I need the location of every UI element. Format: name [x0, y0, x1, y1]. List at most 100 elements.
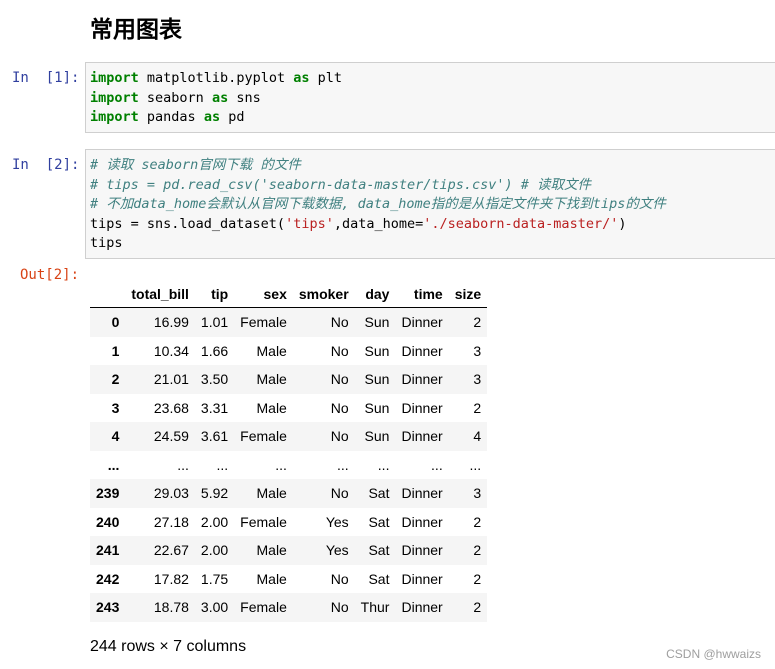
table-cell: Female	[240, 599, 287, 616]
code-string: 'tips'	[285, 215, 334, 232]
code-keyword: as	[211, 89, 229, 106]
code-keyword: as	[203, 109, 221, 125]
cell-1-prompt: In [1]:	[12, 70, 80, 86]
table-cell: 1.66	[200, 342, 229, 359]
table-header-row: total_bill tip sex smoker day time size	[90, 280, 488, 308]
code-line: # tips = pd.read_csv('seaborn-data-maste…	[90, 176, 771, 196]
table-cell: 1.01	[200, 314, 229, 331]
table-cell: ...	[275, 456, 287, 473]
code-cell-1[interactable]: import matplotlib.pyplot as plt import se…	[85, 62, 775, 133]
table-row: 3 23.68 3.31 Male No Sun Dinner 2	[90, 393, 488, 422]
table-cell: No	[330, 314, 349, 331]
row-index: 241	[96, 542, 120, 559]
table-cell: 2	[473, 599, 482, 616]
table-cell: ...	[431, 456, 443, 473]
table-cell: Male	[256, 570, 287, 587]
code-text: ,data_home=	[333, 215, 424, 232]
dataframe-summary: 244 rows × 7 columns	[90, 638, 247, 655]
table-cell: 3.50	[200, 371, 229, 388]
table-cell: Male	[256, 399, 287, 416]
row-index: 242	[96, 570, 120, 587]
table-cell: 10.34	[153, 342, 189, 359]
table-cell: Dinner	[401, 485, 443, 502]
table-cell: Sun	[364, 314, 390, 331]
table-cell: 2	[473, 399, 482, 416]
table-cell: ...	[377, 456, 390, 473]
code-text: )	[618, 215, 627, 232]
table-cell: Sun	[364, 399, 390, 416]
code-line: import matplotlib.pyplot as plt	[90, 69, 771, 89]
code-keyword: as	[293, 70, 310, 86]
row-index: 4	[111, 428, 120, 445]
table-row: ........................	[90, 450, 488, 479]
table-cell: 4	[473, 428, 482, 445]
table-cell: 16.99	[153, 314, 189, 331]
row-index: 2	[111, 371, 120, 388]
table-cell: 21.01	[153, 371, 189, 388]
code-keyword: import	[90, 70, 139, 86]
table-cell: ...	[216, 456, 229, 473]
table-cell: Sat	[368, 513, 390, 530]
table-cell: Sun	[364, 371, 390, 388]
table-cell: 1.75	[200, 570, 229, 587]
table-row: 0 16.99 1.01 Female No Sun Dinner 2	[90, 307, 488, 337]
table-cell: Yes	[325, 513, 349, 530]
table-cell: 3	[473, 371, 482, 388]
table-cell: 3	[473, 485, 482, 502]
code-line: # 读取 seaborn官网下载 的文件	[90, 156, 771, 176]
row-index: 1	[111, 342, 120, 359]
table-row: 1 10.34 1.66 Male No Sun Dinner 3	[90, 336, 488, 365]
table-cell: 23.68	[153, 399, 189, 416]
code-line: import pandas as pd	[90, 108, 771, 128]
table-cell: 2	[473, 513, 482, 530]
code-keyword: import	[90, 89, 139, 106]
table-cell: No	[330, 342, 349, 359]
dataframe-table: total_bill tip sex smoker day time size 0 16.99…	[90, 280, 488, 622]
code-text: plt	[309, 70, 342, 86]
table-cell: Male	[256, 371, 287, 388]
table-cell: Female	[240, 428, 287, 445]
code-cell-2[interactable]: # 读取 seaborn官网下载 的文件 # tips = pd.read_csv…	[85, 149, 775, 259]
output-prompt: Out[2]:	[20, 267, 80, 283]
table-cell: 18.78	[153, 599, 189, 616]
table-cell: Female	[240, 513, 287, 530]
table-cell: Male	[256, 542, 287, 559]
table-cell: Thur	[360, 599, 390, 616]
table-cell: Dinner	[401, 599, 443, 616]
code-line: tips = sns.load_dataset('tips',data_home…	[90, 215, 771, 235]
table-cell: 2	[473, 542, 482, 559]
table-row: 2 21.01 3.50 Male No Sun Dinner 3	[90, 365, 488, 394]
code-text: seaborn	[138, 89, 212, 106]
table-cell: 2	[473, 314, 482, 331]
table-cell: Female	[240, 314, 287, 331]
code-comment: # 不加data_home会默认从官网下载数据, data_home指的是从指定…	[90, 196, 666, 212]
table-cell: Male	[256, 485, 287, 502]
table-cell: 22.67	[153, 542, 189, 559]
table-row: 239 29.03 5.92 Male No Sat Dinner 3	[90, 479, 488, 508]
table-cell: Dinner	[401, 342, 443, 359]
row-index: 239	[96, 485, 120, 502]
table-cell: No	[330, 485, 349, 502]
section-heading: 常用图表	[90, 17, 182, 43]
table-cell: No	[330, 570, 349, 587]
table-cell: Dinner	[401, 542, 443, 559]
table-cell: 17.82	[153, 570, 189, 587]
table-row: 242 17.82 1.75 Male No Sat Dinner 2	[90, 564, 488, 593]
column-header: total_bill	[125, 280, 195, 308]
table-row: 4 24.59 3.61 Female No Sun Dinner 4	[90, 422, 488, 451]
column-header: day	[354, 280, 396, 308]
cell-2-prompt: In [2]:	[12, 157, 80, 173]
table-cell: Dinner	[401, 570, 443, 587]
column-header	[90, 280, 126, 308]
table-cell: No	[330, 428, 349, 445]
column-header: smoker	[292, 280, 355, 308]
code-text: tips = sns.load_dataset(	[90, 215, 286, 232]
table-cell: ...	[177, 456, 189, 473]
table-cell: Sat	[368, 485, 390, 502]
code-line: import seaborn as sns	[90, 89, 771, 109]
table-cell: Sat	[368, 542, 390, 559]
row-index: 0	[111, 314, 120, 331]
table-cell: ...	[337, 456, 349, 473]
code-comment: # tips = pd.read_csv('seaborn-data-maste…	[90, 176, 592, 193]
code-line: tips	[90, 234, 771, 254]
